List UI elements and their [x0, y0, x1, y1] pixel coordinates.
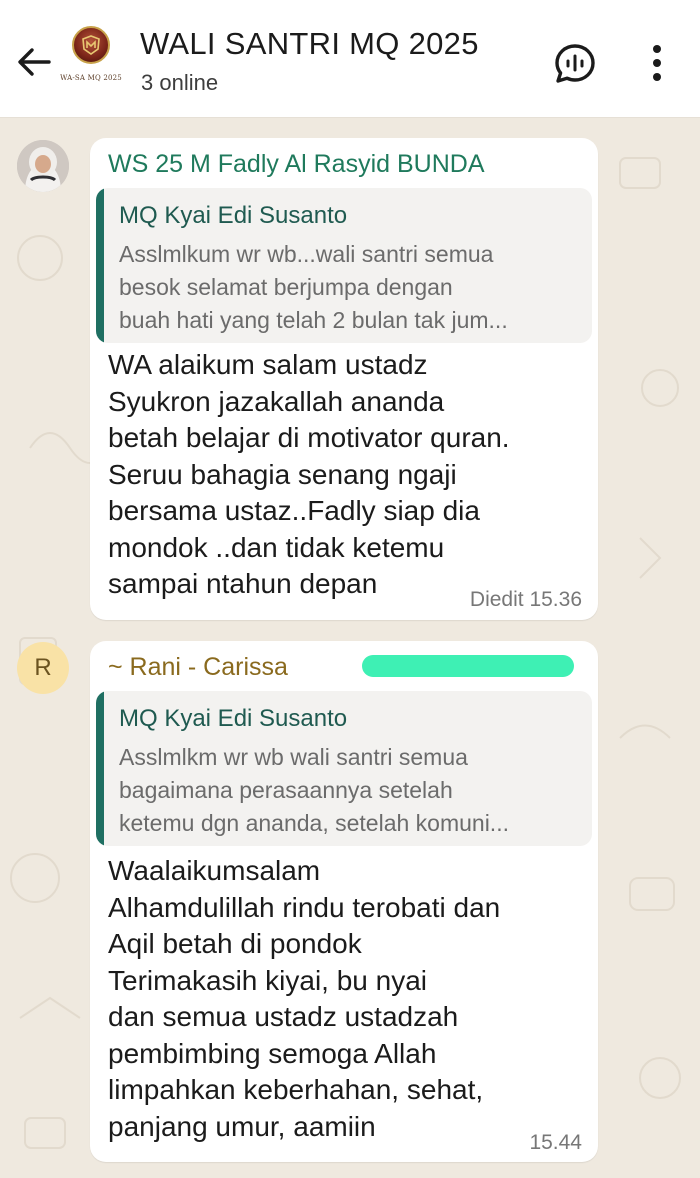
- more-options-button[interactable]: [642, 40, 672, 86]
- arrow-left-icon: [18, 48, 51, 76]
- sender-name[interactable]: WS 25 M Fadly Al Rasyid BUNDA: [108, 150, 485, 179]
- group-avatar[interactable]: WA-SA MQ 2025: [60, 26, 122, 96]
- back-button[interactable]: [14, 42, 54, 82]
- profile-photo: [17, 140, 69, 192]
- quote-author: MQ Kyai Edi Susanto: [119, 705, 348, 732]
- redacted-phone-number: [362, 655, 574, 677]
- quote-text: Asslmlkm wr wb wali santri semua bagaima…: [119, 744, 509, 836]
- message-timestamp: 15.44: [529, 1131, 582, 1154]
- message-text: Waalaikumsalam Alhamdulillah rindu terob…: [108, 855, 501, 1142]
- quote-author: MQ Kyai Edi Susanto: [119, 202, 348, 229]
- sender-avatar[interactable]: [17, 140, 69, 192]
- avatar-initial: R: [34, 654, 52, 681]
- quoted-message[interactable]: MQ Kyai Edi Susanto Asslmlkm wr wb wali …: [96, 691, 592, 846]
- quote-accent-bar: [96, 188, 104, 343]
- chat-title[interactable]: WALI SANTRI MQ 2025: [140, 26, 479, 62]
- voice-chat-button[interactable]: [553, 42, 597, 86]
- chat-header: WA-SA MQ 2025 WALI SANTRI MQ 2025 3 onli…: [0, 0, 700, 118]
- message-bubble[interactable]: ~ Rani - Carissa MQ Kyai Edi Susanto Ass…: [90, 641, 598, 1162]
- sender-avatar[interactable]: R: [17, 642, 69, 694]
- message-timestamp: Diedit 15.36: [469, 588, 582, 611]
- online-status: 3 online: [141, 70, 219, 95]
- message-text: WA alaikum salam ustadz Syukron jazakall…: [108, 349, 510, 599]
- group-emblem-icon: [72, 26, 110, 64]
- quote-text: Asslmlkum wr wb...wali santri semua beso…: [119, 241, 508, 333]
- quoted-message[interactable]: MQ Kyai Edi Susanto Asslmlkum wr wb...wa…: [96, 188, 592, 343]
- quote-accent-bar: [96, 691, 104, 846]
- sender-name[interactable]: ~ Rani - Carissa: [108, 653, 288, 682]
- message-bubble[interactable]: WS 25 M Fadly Al Rasyid BUNDA MQ Kyai Ed…: [90, 138, 598, 620]
- voice-chat-icon: [555, 44, 595, 83]
- more-vertical-icon: [653, 45, 661, 53]
- logo-caption: WA-SA MQ 2025: [60, 74, 122, 82]
